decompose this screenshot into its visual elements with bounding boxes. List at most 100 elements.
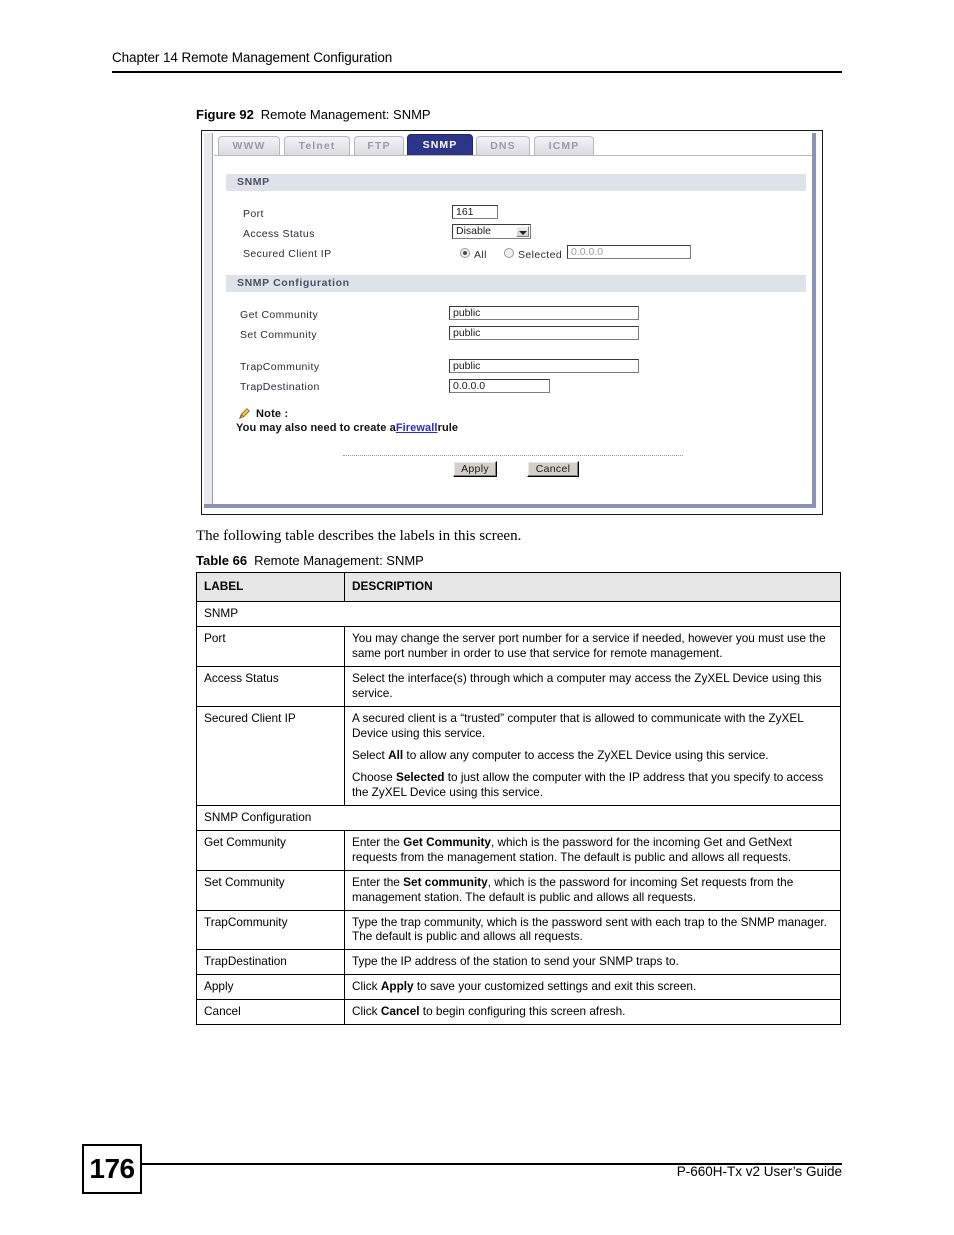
note-text-after: rule <box>437 422 459 434</box>
table-row: TrapCommunity Type the trap community, wh… <box>196 909 841 951</box>
table-cell-paragraph: Enter the Get Community, which is the pa… <box>352 835 833 865</box>
chapter-header-rule <box>112 71 842 73</box>
table-row: Access Status Select the interface(s) thr… <box>196 665 841 707</box>
table-caption: Table 66 Remote Management: SNMP <box>196 553 424 568</box>
radio-all[interactable] <box>460 248 470 258</box>
secured-client-ip-input[interactable]: 0.0.0.0 <box>567 245 691 259</box>
table-row: Secured Client IP A secured client is a “… <box>196 705 841 806</box>
emphasis-text: Get Community <box>403 834 491 849</box>
description-table: LABEL DESCRIPTION SNMP Port You may change… <box>196 572 841 1026</box>
column-header-description: DESCRIPTION <box>344 572 841 602</box>
plain-text: to save your customized settings and exi… <box>413 979 697 994</box>
button-separator <box>343 455 683 456</box>
table-row: Cancel Click Cancel to begin configuring … <box>196 999 841 1026</box>
table-cell-paragraph: Click Cancel to begin configuring this s… <box>352 1004 833 1019</box>
emphasis-text: Selected <box>395 769 445 784</box>
field-label-trap-community: TrapCommunity <box>240 361 320 373</box>
apply-button[interactable]: Apply <box>453 461 497 477</box>
note-title: Note : <box>256 408 289 420</box>
table-row: Port You may change the server port numbe… <box>196 625 841 667</box>
radio-selected[interactable] <box>504 248 514 258</box>
trap-destination-input[interactable]: 0.0.0.0 <box>449 379 550 393</box>
table-header-row: LABEL DESCRIPTION <box>196 572 841 602</box>
table-cell-paragraph: Choose Selected to just allow the comput… <box>352 770 833 800</box>
access-status-select[interactable]: Disable <box>452 224 531 239</box>
ui-left-gutter <box>204 133 213 504</box>
table-head: LABEL DESCRIPTION <box>196 572 841 602</box>
table-cell-description: Click Apply to save your customized sett… <box>344 974 841 1001</box>
column-header-label: LABEL <box>196 572 345 602</box>
emphasis-text: Apply <box>380 979 414 994</box>
plain-text: to allow any computer to access the ZyXE… <box>403 747 769 762</box>
tab-icmp[interactable]: ICMP <box>534 136 594 156</box>
field-label-set-community: Set Community <box>240 329 317 341</box>
radio-all-label: All <box>474 249 487 261</box>
get-community-input[interactable]: public <box>449 306 639 320</box>
field-label-port: Port <box>243 208 264 220</box>
figure-title: Remote Management: SNMP <box>260 107 431 122</box>
router-web-ui: WWW Telnet FTP SNMP DNS ICMP SNMP Port 1… <box>204 133 816 508</box>
trap-community-input[interactable]: public <box>449 359 639 373</box>
intro-paragraph: The following table describes the labels… <box>196 528 522 544</box>
table-cell-paragraph: A secured client is a “trusted” computer… <box>352 711 833 741</box>
table-cell-label: Set Community <box>196 869 345 911</box>
table-title: Remote Management: SNMP <box>254 553 424 568</box>
field-label-trap-destination: TrapDestination <box>240 381 320 393</box>
cancel-button[interactable]: Cancel <box>527 461 579 477</box>
figure-number: Figure 92 <box>196 107 254 122</box>
figure-caption: Figure 92 Remote Management: SNMP <box>196 107 431 122</box>
table-row: SNMP <box>196 600 841 627</box>
table-cell-description: You may change the server port number fo… <box>344 625 841 667</box>
table-cell-description: Type the trap community, which is the pa… <box>344 909 841 951</box>
radio-selected-label: Selected <box>518 249 563 261</box>
emphasis-text: Set community <box>403 874 488 889</box>
table-body: SNMP Port You may change the server port n… <box>196 600 841 1026</box>
page-number: 176 <box>82 1144 142 1194</box>
note-text: You may also need to create aFirewallrul… <box>236 422 458 434</box>
chevron-down-icon[interactable] <box>516 226 529 237</box>
chapter-header: Chapter 14 Remote Management Configurati… <box>112 50 393 65</box>
plain-text: Select <box>352 747 389 762</box>
table-cell-label: TrapDestination <box>196 949 345 976</box>
firewall-link[interactable]: Firewall <box>396 422 438 434</box>
table-cell-description: Select the interface(s) through which a … <box>344 665 841 707</box>
figure-screenshot: WWW Telnet FTP SNMP DNS ICMP SNMP Port 1… <box>201 130 823 515</box>
tab-telnet[interactable]: Telnet <box>284 136 350 156</box>
port-input[interactable]: 161 <box>452 205 498 219</box>
table-row: Apply Click Apply to save your customized… <box>196 974 841 1001</box>
table-cell-label: TrapCommunity <box>196 909 345 951</box>
tab-ftp[interactable]: FTP <box>354 136 404 156</box>
tab-www[interactable]: WWW <box>218 136 280 156</box>
field-label-get-community: Get Community <box>240 309 319 321</box>
emphasis-text: Cancel <box>380 1004 420 1019</box>
plain-text: Click <box>352 1004 381 1019</box>
table-cell-paragraph: Select All to allow any computer to acce… <box>352 748 833 763</box>
plain-text: Enter the <box>352 874 404 889</box>
table-cell-paragraph: Click Apply to save your customized sett… <box>352 979 833 994</box>
table-cell-description: Click Cancel to begin configuring this s… <box>344 999 841 1026</box>
footer-guide-title: P-660H-Tx v2 User’s Guide <box>676 1164 842 1179</box>
table-row: TrapDestination Type the IP address of th… <box>196 949 841 976</box>
table-row: Get Community Enter the Get Community, wh… <box>196 829 841 871</box>
plain-text: Choose <box>352 769 396 784</box>
table-section-label: SNMP <box>196 600 841 627</box>
note-pencil-icon <box>238 408 250 420</box>
plain-text: Enter the <box>352 834 404 849</box>
table-row: Set Community Enter the Set community, wh… <box>196 869 841 911</box>
table-cell-description: Type the IP address of the station to se… <box>344 949 841 976</box>
table-cell-paragraph: Enter the Set community, which is the pa… <box>352 875 833 905</box>
plain-text: to begin configuring this screen afresh. <box>419 1004 626 1019</box>
table-number: Table 66 <box>196 553 248 568</box>
tab-snmp[interactable]: SNMP <box>407 134 473 156</box>
table-row: SNMP Configuration <box>196 804 841 831</box>
note-text-before: You may also need to create a <box>236 422 396 434</box>
ui-page-body: WWW Telnet FTP SNMP DNS ICMP SNMP Port 1… <box>214 133 812 504</box>
emphasis-text: All <box>388 747 404 762</box>
field-label-secured-client-ip: Secured Client IP <box>243 248 332 260</box>
tab-dns[interactable]: DNS <box>476 136 530 156</box>
table-cell-description: Enter the Get Community, which is the pa… <box>344 829 841 871</box>
table-cell-description: A secured client is a “trusted” computer… <box>344 705 841 806</box>
table-cell-label: Secured Client IP <box>196 705 345 806</box>
table-cell-label: Apply <box>196 974 345 1001</box>
set-community-input[interactable]: public <box>449 326 639 340</box>
